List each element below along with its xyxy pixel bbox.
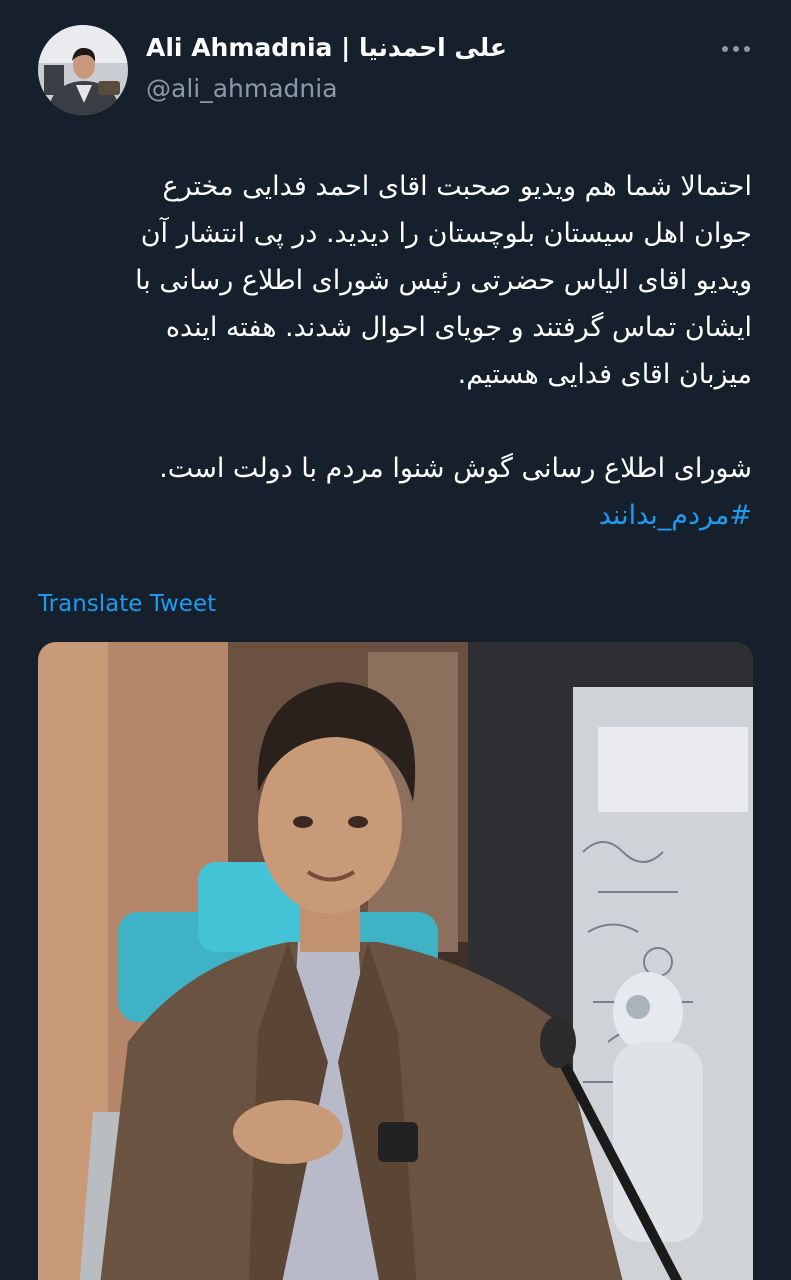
more-dots-icon [722,46,750,52]
tweet-media[interactable] [38,642,753,1280]
tweet-paragraph-1: احتمالا شما هم ویدیو صحبت اقای احمد فدای… [135,171,752,390]
author-handle[interactable]: @ali_ahmadnia [146,72,338,106]
tweet-screen: Ali Ahmadnia | علی احمدنیا @ali_ahmadnia… [0,0,791,1280]
translate-tweet-link[interactable]: Translate Tweet [38,588,216,620]
avatar-image [38,25,128,115]
video-frame-image [38,642,753,1280]
hashtag-link[interactable]: #مردم_بدانند [599,492,752,539]
more-options-button[interactable] [716,34,756,64]
author-avatar[interactable] [38,25,128,115]
tweet-text: احتمالا شما هم ویدیو صحبت اقای احمد فدای… [36,163,752,539]
tweet-paragraph-2: شورای اطلاع رسانی گوش شنوا مردم با دولت … [159,453,752,484]
author-display-name[interactable]: Ali Ahmadnia | علی احمدنیا [146,31,507,65]
